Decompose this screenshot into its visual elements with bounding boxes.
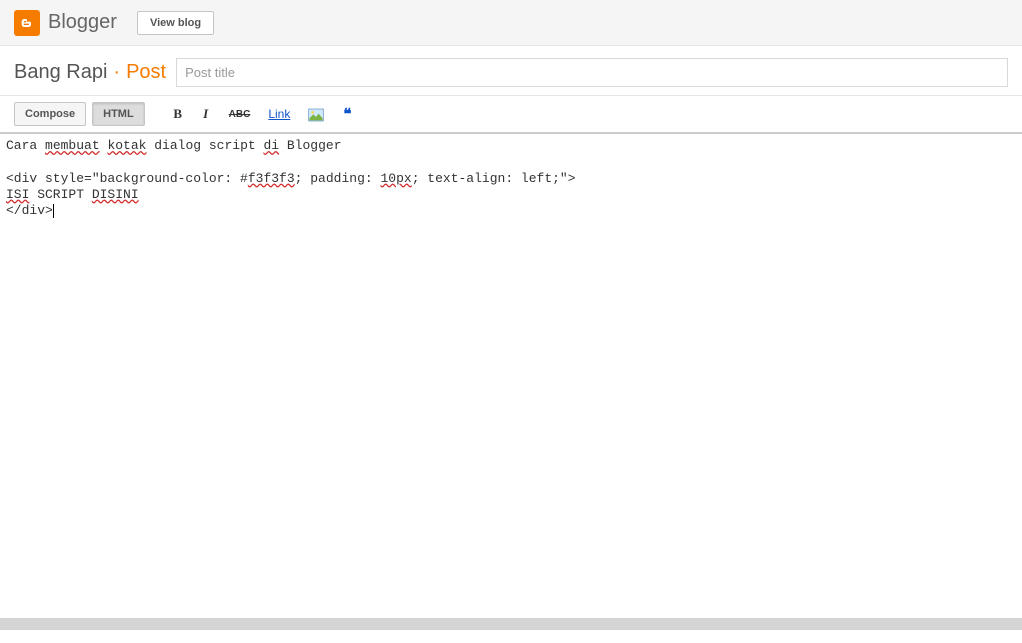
html-mode-button[interactable]: HTML xyxy=(92,102,145,126)
editor-text: membuat xyxy=(45,138,100,153)
image-icon xyxy=(308,108,324,122)
post-label: Post xyxy=(126,61,166,84)
editor-text: DISINI xyxy=(92,187,139,202)
footer-bar xyxy=(0,618,1022,630)
editor-text: ; padding: xyxy=(295,171,381,186)
post-title-input[interactable] xyxy=(176,58,1008,87)
editor-text: ; text-align: left;"> xyxy=(412,171,576,186)
editor-text: dialog script xyxy=(146,138,263,153)
compose-mode-button[interactable]: Compose xyxy=(14,102,86,126)
link-button[interactable]: Link xyxy=(262,104,296,124)
editor-text: Cara xyxy=(6,138,45,153)
brand-text: Blogger xyxy=(48,11,117,34)
separator: · xyxy=(113,61,120,84)
editor-text: di xyxy=(263,138,279,153)
view-blog-button[interactable]: View blog xyxy=(137,11,214,35)
quote-button[interactable]: ❝ xyxy=(336,102,358,126)
editor-text: 10px xyxy=(380,171,411,186)
html-editor[interactable]: Cara membuat kotak dialog script di Blog… xyxy=(0,133,1022,608)
strikethrough-button[interactable]: ABC xyxy=(223,106,257,123)
editor-text: </div> xyxy=(6,203,53,218)
blog-name: Bang Rapi xyxy=(14,61,107,84)
editor-toolbar: Compose HTML B I ABC Link ❝ xyxy=(0,96,1022,133)
editor-text: f3f3f3 xyxy=(248,171,295,186)
blogger-logo-icon xyxy=(14,10,40,36)
title-row: Bang Rapi · Post xyxy=(0,46,1022,96)
editor-text: kotak xyxy=(107,138,146,153)
app-header: Blogger View blog xyxy=(0,0,1022,46)
italic-button[interactable]: I xyxy=(195,103,217,125)
image-button[interactable] xyxy=(302,103,330,125)
editor-text: ISI xyxy=(6,187,29,202)
editor-text: Blogger xyxy=(279,138,341,153)
editor-text: SCRIPT xyxy=(29,187,91,202)
text-cursor xyxy=(53,204,54,218)
editor-text: <div style="background-color: # xyxy=(6,171,248,186)
bold-button[interactable]: B xyxy=(167,103,189,125)
